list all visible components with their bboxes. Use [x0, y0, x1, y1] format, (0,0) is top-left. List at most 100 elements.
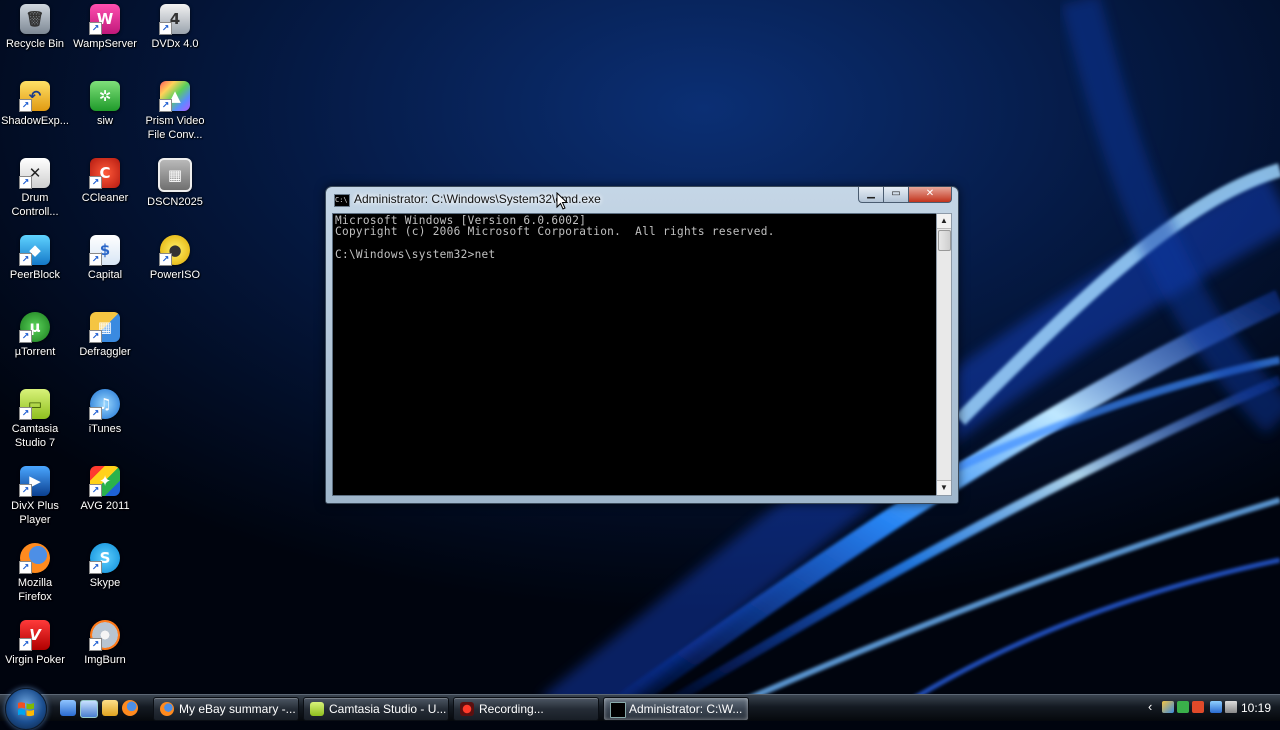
start-button[interactable]	[5, 688, 47, 730]
taskbar-button-label: My eBay summary -...	[179, 702, 296, 716]
clock[interactable]: 10:19	[1241, 695, 1271, 721]
folder-icon[interactable]	[102, 700, 118, 716]
taskbar-button-label: Camtasia Studio - U...	[329, 702, 447, 716]
recording-icon	[460, 702, 474, 716]
desktop-icon-label: AVG 2011	[80, 500, 130, 512]
defraggler-icon: ▦ ↗	[89, 312, 120, 343]
desktop-icon-wampserver[interactable]: W ↗ WampServer	[70, 0, 140, 51]
desktop-icon-dvdx[interactable]: 4 ↗ DVDx 4.0	[140, 0, 210, 51]
desktop-icon-label: Skype	[89, 577, 121, 589]
desktop-icon-recycle-bin[interactable]: 🗑 Recycle Bin	[0, 0, 70, 51]
volume-icon[interactable]	[1225, 701, 1237, 713]
mouse-cursor-icon	[556, 192, 568, 210]
taskbar-button-camtasia[interactable]: Camtasia Studio - U...	[303, 697, 449, 721]
taskbar-button-label: Recording...	[479, 702, 544, 716]
firefox-icon[interactable]	[122, 700, 138, 716]
minimize-button[interactable]: ▁	[858, 187, 884, 203]
desktop-icon-firefox[interactable]: ↗ Mozilla Firefox	[0, 539, 70, 604]
desktop-icon-shadowexplorer[interactable]: ↶ ↗ ShadowExp...	[0, 77, 70, 128]
wampserver-icon: W ↗	[89, 4, 120, 35]
cmd-icon[interactable]: C:\	[334, 194, 350, 207]
camtasia-icon	[310, 702, 324, 716]
skype-icon: S ↗	[89, 543, 120, 574]
desktop-icon-label: ShadowExp...	[1, 115, 69, 127]
divx-icon: ▶ ↗	[19, 466, 50, 497]
recycle-bin-icon: 🗑	[20, 4, 50, 34]
desktop-icon-avg[interactable]: ✦ ↗ AVG 2011	[70, 462, 140, 513]
desktop-icon-label: Capital	[87, 269, 123, 281]
desktop-icon-dscn2025[interactable]: ▦ DSCN2025	[140, 154, 210, 209]
console-output[interactable]: Microsoft Windows [Version 6.0.6002] Cop…	[332, 213, 937, 496]
vertical-scrollbar[interactable]: ▲ ▼	[936, 213, 952, 496]
desktop-icon-label: Mozilla Firefox	[17, 577, 53, 603]
desktop-icon-itunes[interactable]: ♫ ↗ iTunes	[70, 385, 140, 436]
desktop-icon-siw[interactable]: ✲ siw	[70, 77, 140, 128]
close-button[interactable]: ✕	[909, 187, 952, 203]
shadowexplorer-icon: ↶ ↗	[19, 81, 50, 112]
firefox-icon	[160, 702, 174, 716]
console-line: Copyright (c) 2006 Microsoft Corporation…	[335, 225, 775, 238]
prism-icon: ▲ ↗	[159, 81, 190, 112]
desktop-icon-label: DVDx 4.0	[151, 38, 199, 50]
desktop-icon-label: ImgBurn	[84, 654, 126, 666]
desktop-icon-ccleaner[interactable]: C ↗ CCleaner	[70, 154, 140, 205]
desktop-icon-utorrent[interactable]: µ ↗ µTorrent	[0, 308, 70, 359]
cmd-titlebar[interactable]: C:\ Administrator: C:\Windows\System32\c…	[326, 187, 958, 211]
desktop-icon-poweriso[interactable]: ● ↗ PowerISO	[140, 231, 210, 282]
scrollbar-thumb[interactable]	[938, 230, 951, 251]
desktop-icon-label: Defraggler	[79, 346, 131, 358]
tray-app-icon[interactable]	[1162, 701, 1174, 713]
maximize-button[interactable]: ▭	[884, 187, 909, 203]
desktop-icon-label: µTorrent	[14, 346, 56, 358]
console-prompt-line: C:\Windows\system32>net	[335, 248, 496, 261]
utorrent-icon: µ ↗	[19, 312, 50, 343]
desktop-icon-label: PeerBlock	[9, 269, 61, 281]
cmd-window[interactable]: C:\ Administrator: C:\Windows\System32\c…	[325, 186, 959, 504]
imgburn-icon: ↗	[89, 620, 120, 651]
peerblock-icon: ◆ ↗	[19, 235, 50, 266]
taskbar-button-recording[interactable]: Recording...	[453, 697, 599, 721]
network-icon[interactable]	[1210, 701, 1222, 713]
desktop-icon-divx[interactable]: ▶ ↗ DivX Plus Player	[0, 462, 70, 527]
camtasia-icon: ▭ ↗	[19, 389, 50, 420]
tray-utorrent-icon[interactable]	[1177, 701, 1189, 713]
desktop-icon-label: DSCN2025	[147, 196, 203, 208]
ccleaner-icon: C ↗	[89, 158, 120, 189]
desktop-icon-label: PowerISO	[149, 269, 201, 281]
desktop-icon-label: siw	[97, 115, 113, 127]
taskbar: My eBay summary -... Camtasia Studio - U…	[0, 688, 1280, 730]
desktop-icon-defraggler[interactable]: ▦ ↗ Defraggler	[70, 308, 140, 359]
desktop-icon-label: DivX Plus Player	[11, 500, 59, 526]
desktop-icon-skype[interactable]: S ↗ Skype	[70, 539, 140, 590]
desktop-icon-label: iTunes	[88, 423, 122, 435]
virgin-poker-icon: V ↗	[19, 620, 50, 651]
image-file-icon: ▦	[158, 158, 192, 192]
show-desktop-icon[interactable]	[60, 700, 76, 716]
show-hidden-icons-chevron-icon[interactable]: ‹	[1148, 699, 1152, 714]
desktop-icon-label: Recycle Bin	[5, 38, 65, 50]
taskbar-button-firefox[interactable]: My eBay summary -...	[153, 697, 299, 721]
desktop-icon-label: Camtasia Studio 7	[11, 423, 59, 449]
desktop-icon-virgin-poker[interactable]: V ↗ Virgin Poker	[0, 616, 70, 667]
windows-logo-icon	[18, 702, 34, 717]
drum-controller-icon: ✕ ↗	[19, 158, 50, 189]
desktop-icon-label: WampServer	[73, 38, 137, 50]
desktop-icon-camtasia[interactable]: ▭ ↗ Camtasia Studio 7	[0, 385, 70, 450]
tray-security-icon[interactable]	[1192, 701, 1204, 713]
desktop-icon-prism[interactable]: ▲ ↗ Prism Video File Conv...	[140, 77, 210, 142]
desktop-icon-peerblock[interactable]: ◆ ↗ PeerBlock	[0, 231, 70, 282]
scroll-down-arrow-icon[interactable]: ▼	[937, 480, 951, 495]
itunes-icon: ♫ ↗	[89, 389, 120, 420]
scroll-up-arrow-icon[interactable]: ▲	[937, 214, 951, 229]
capital-icon: $ ↗	[89, 235, 120, 266]
taskbar-button-cmd[interactable]: Administrator: C:\W...	[603, 697, 749, 721]
notification-area: ‹ 10:19	[1144, 695, 1280, 721]
cmd-icon-text: C:\	[335, 196, 348, 204]
desktop-icon-drum-controller[interactable]: ✕ ↗ Drum Controll...	[0, 154, 70, 219]
poweriso-icon: ● ↗	[159, 235, 190, 266]
cmd-icon	[610, 702, 626, 718]
switch-windows-icon[interactable]	[80, 700, 98, 718]
desktop-icon-label: CCleaner	[81, 192, 129, 204]
desktop-icon-imgburn[interactable]: ↗ ImgBurn	[70, 616, 140, 667]
desktop-icon-capital[interactable]: $ ↗ Capital	[70, 231, 140, 282]
